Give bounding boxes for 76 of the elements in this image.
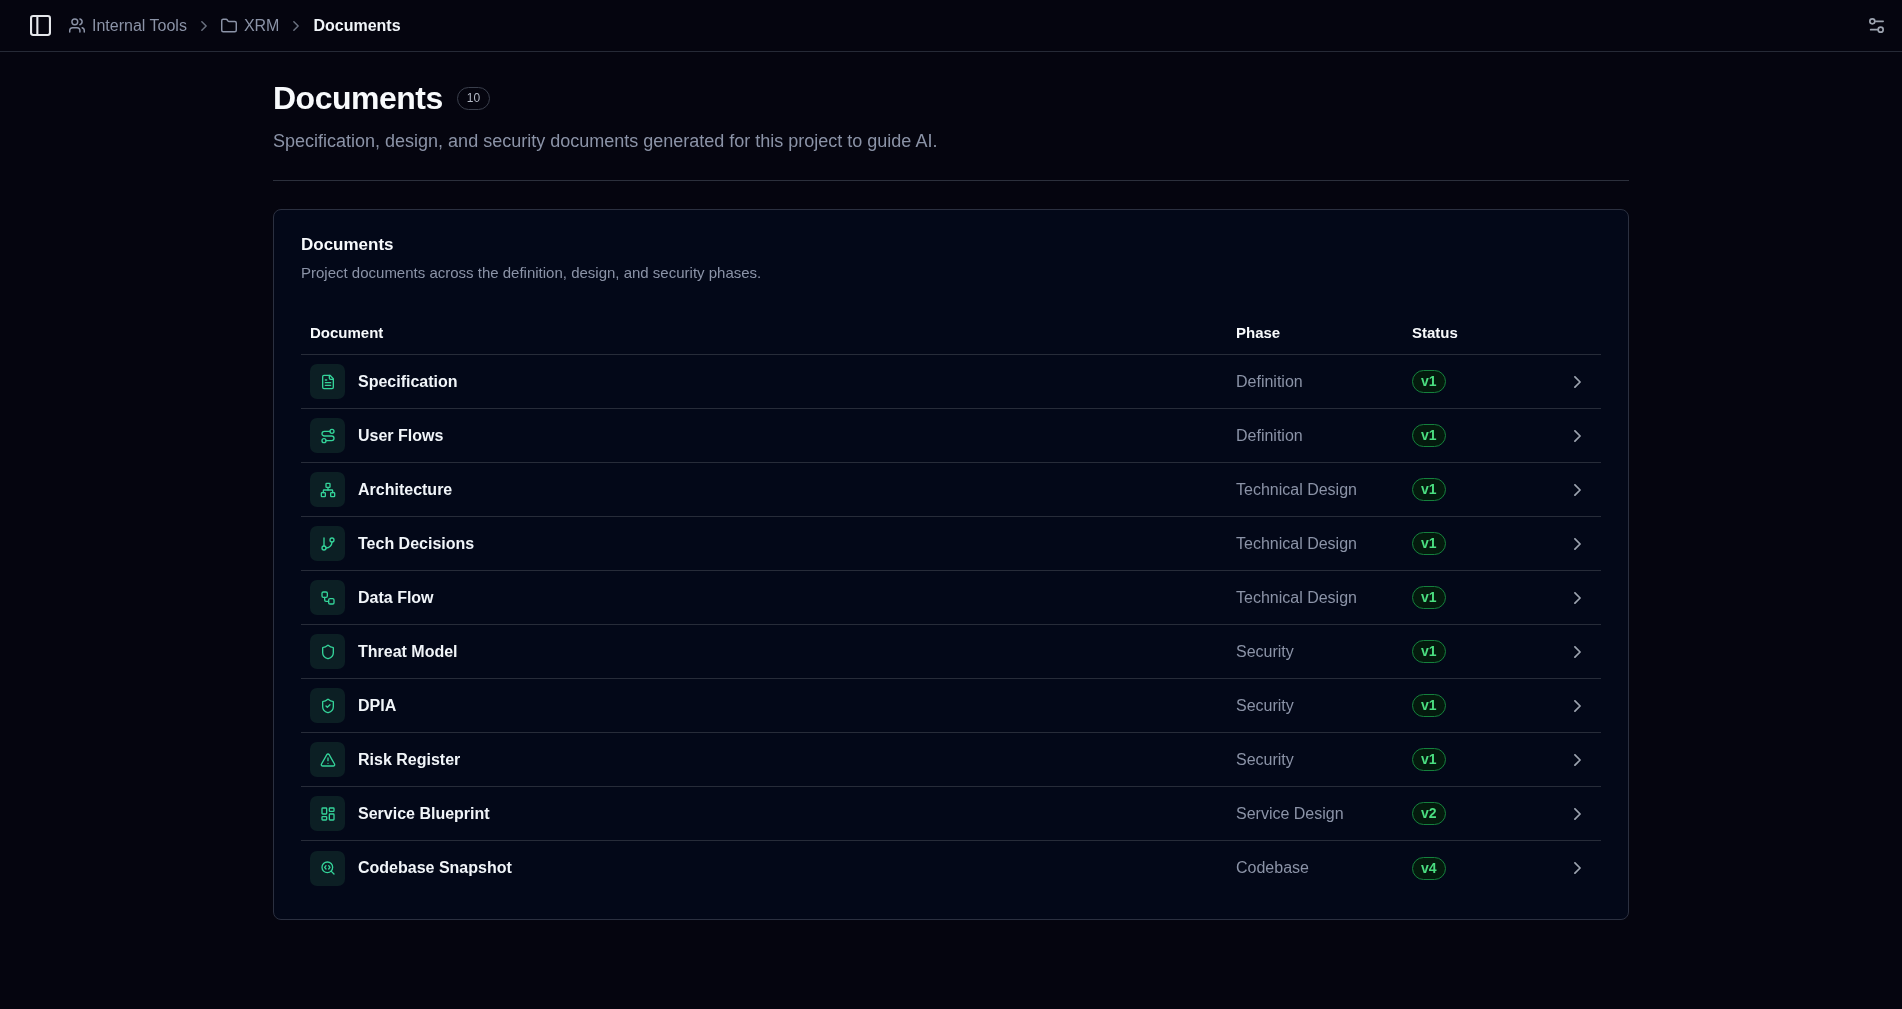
document-row[interactable]: Architecture Technical Design v1 <box>301 463 1601 517</box>
chevron-right-icon <box>1573 375 1581 388</box>
phase-text: Technical Design <box>1236 480 1357 499</box>
version-badge: v1 <box>1412 478 1446 501</box>
file-text-icon <box>310 364 345 399</box>
chevron-right-icon <box>1573 807 1581 820</box>
document-row[interactable]: Specification Definition v1 <box>301 355 1601 409</box>
document-name: Architecture <box>358 480 453 499</box>
document-name: User Flows <box>358 426 444 445</box>
sidebar-toggle-icon[interactable] <box>30 15 51 36</box>
phase-text: Definition <box>1236 372 1303 391</box>
route-icon <box>310 418 345 453</box>
people-icon <box>69 18 85 33</box>
dashboard-icon <box>310 796 345 831</box>
column-header: Phase <box>1236 323 1281 341</box>
column-header: Document <box>310 323 384 341</box>
breadcrumb-link[interactable]: XRM <box>220 16 280 35</box>
version-badge: v1 <box>1412 370 1446 393</box>
workflow-icon <box>310 580 345 615</box>
warning-icon <box>310 742 345 777</box>
chevron-right-icon <box>1573 429 1581 442</box>
phase-text: Technical Design <box>1236 588 1357 607</box>
document-name: Service Blueprint <box>358 804 490 823</box>
shield-check-icon <box>310 688 345 723</box>
phase-text: Codebase <box>1236 859 1309 877</box>
phase-text: Service Design <box>1236 804 1344 823</box>
document-row[interactable]: DPIA Security v1 <box>301 679 1601 733</box>
phase-text: Definition <box>1236 426 1303 445</box>
document-name: Codebase Snapshot <box>358 859 512 877</box>
phase-text: Security <box>1236 750 1294 769</box>
document-row[interactable]: User Flows Definition v1 <box>301 409 1601 463</box>
column-header: Status <box>1412 323 1458 341</box>
document-row[interactable]: Tech Decisions Technical Design v1 <box>301 517 1601 571</box>
version-badge: v1 <box>1412 586 1446 609</box>
version-badge: v1 <box>1412 694 1446 717</box>
phase-text: Security <box>1236 696 1294 715</box>
document-name: Data Flow <box>358 588 434 607</box>
version-badge: v4 <box>1412 856 1446 880</box>
phase-text: Technical Design <box>1236 534 1357 553</box>
document-name: DPIA <box>358 696 397 715</box>
page-subtitle: Specification, design, and security documents generated for this project to guide AI. <box>273 130 939 153</box>
chevron-right-icon <box>1573 537 1581 550</box>
code-search-icon <box>310 850 345 886</box>
sliders-icon[interactable] <box>1869 18 1884 33</box>
breadcrumb-link[interactable]: Internal Tools <box>69 16 187 35</box>
version-badge: v1 <box>1412 640 1446 663</box>
version-badge: v1 <box>1412 532 1446 555</box>
document-row[interactable]: Service Blueprint Service Design v2 <box>301 787 1601 841</box>
version-badge: v1 <box>1412 424 1446 447</box>
version-badge: v1 <box>1412 748 1446 771</box>
shield-icon <box>310 634 345 669</box>
chevron-right-icon <box>1573 753 1581 766</box>
document-row[interactable]: Risk Register Security v1 <box>301 733 1601 787</box>
chevron-right-icon <box>1573 645 1581 658</box>
chevron-right-icon <box>1573 591 1581 604</box>
card-title: Documents <box>301 234 395 256</box>
document-name: Tech Decisions <box>358 534 475 553</box>
document-row[interactable]: Threat Model Security v1 <box>301 625 1601 679</box>
phase-text: Security <box>1236 642 1294 661</box>
chevron-right-icon <box>293 20 300 31</box>
chevron-right-icon <box>200 20 207 31</box>
breadcrumb-current: Documents <box>313 16 401 35</box>
card-description: Project documents across the definition, design, and security phases. <box>301 263 763 283</box>
document-name: Risk Register <box>358 750 461 769</box>
version-badge: v2 <box>1412 802 1446 825</box>
chevron-right-icon <box>1573 483 1581 496</box>
document-name: Specification <box>358 372 458 391</box>
document-row[interactable]: Data Flow Technical Design v1 <box>301 571 1601 625</box>
chevron-right-icon <box>1573 699 1581 712</box>
hierarchy-icon <box>310 472 345 507</box>
document-row[interactable]: Codebase Snapshot Codebase v4 <box>301 841 1601 895</box>
branch-icon <box>310 526 345 561</box>
page-title: Documents <box>273 79 443 118</box>
chevron-right-icon <box>1573 862 1581 874</box>
document-name: Threat Model <box>358 642 458 661</box>
folder-icon <box>220 18 237 33</box>
